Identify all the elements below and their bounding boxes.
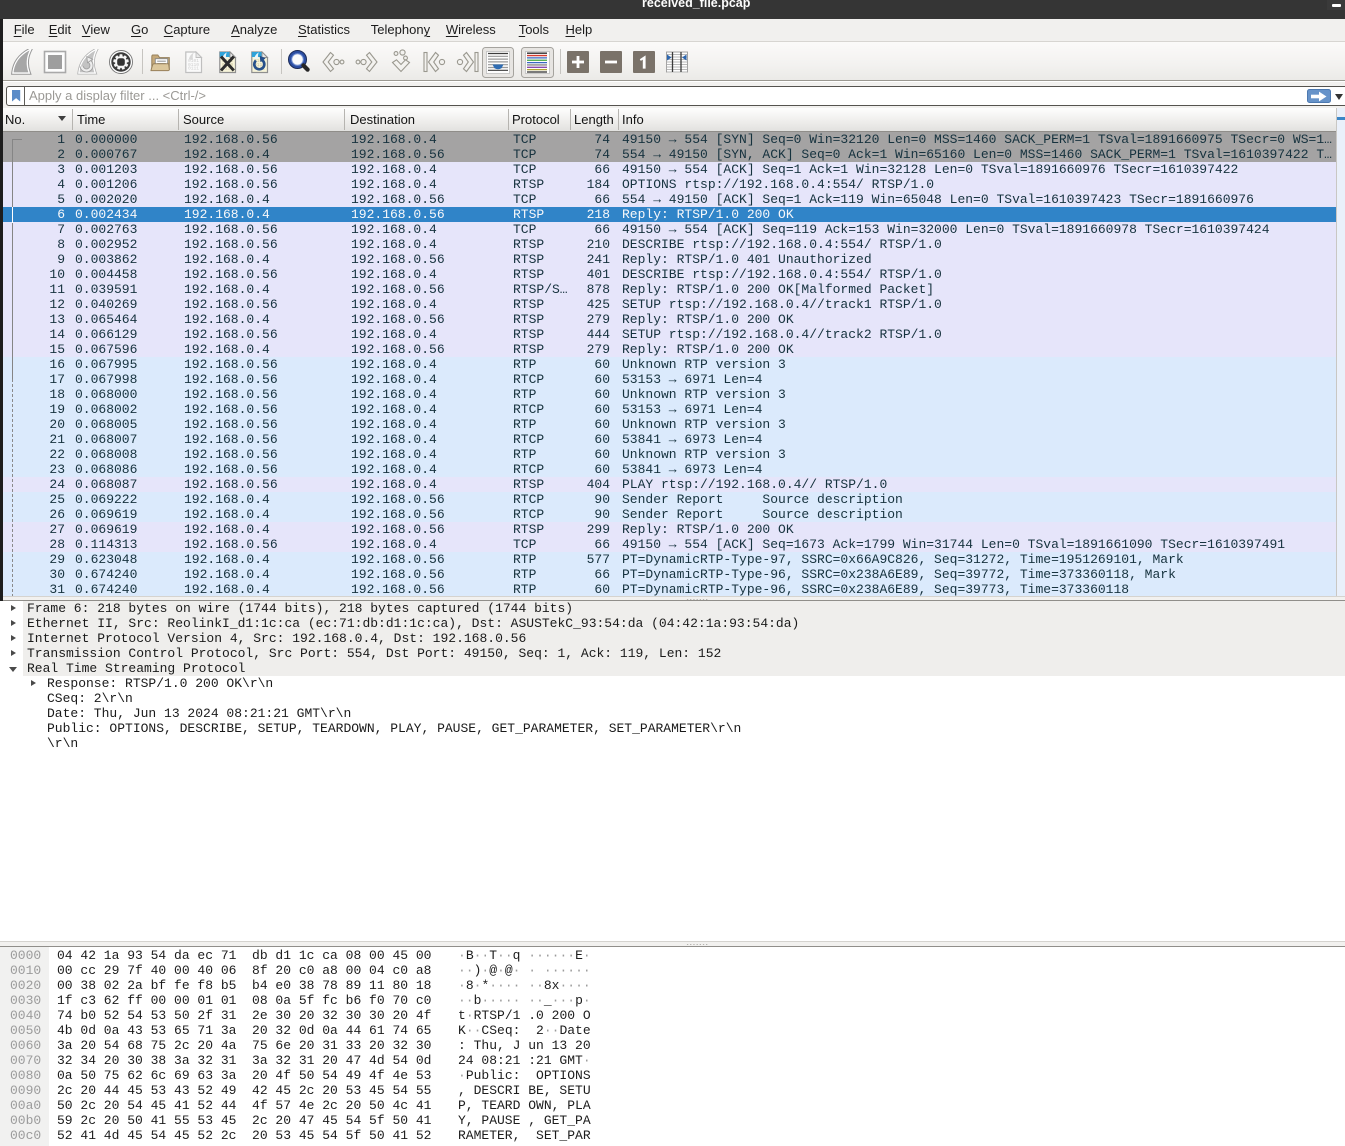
svg-text:0111: 0111 <box>188 66 199 72</box>
